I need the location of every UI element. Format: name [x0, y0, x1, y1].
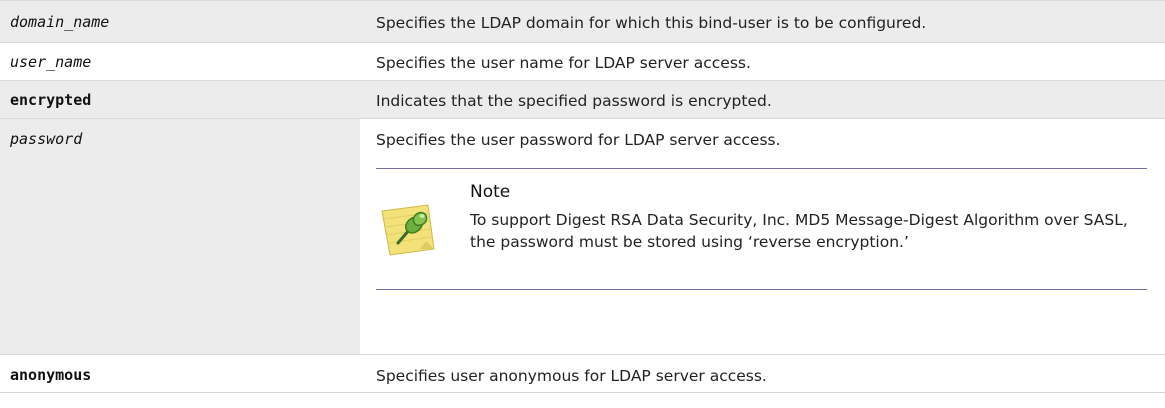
- table-row: password Specifies the user password for…: [0, 118, 1165, 355]
- parameter-description: Specifies the user name for LDAP server …: [376, 54, 751, 72]
- parameter-name: anonymous: [10, 366, 92, 384]
- table-row: user_name Specifies the user name for LD…: [0, 42, 1165, 81]
- parameter-description: Specifies user anonymous for LDAP server…: [376, 367, 767, 385]
- table-row: domain_name Specifies the LDAP domain fo…: [0, 0, 1165, 43]
- table-row: anonymous Specifies user anonymous for L…: [0, 354, 1165, 393]
- table-row: encrypted Indicates that the specified p…: [0, 80, 1165, 119]
- note-callout: Note To support Digest RSA Data Security…: [376, 168, 1147, 290]
- parameter-description: Specifies the user password for LDAP ser…: [376, 131, 781, 149]
- parameter-description: Indicates that the specified password is…: [376, 92, 772, 110]
- parameter-name: encrypted: [10, 91, 92, 109]
- note-heading: Note: [470, 182, 511, 202]
- parameter-name: domain_name: [10, 13, 110, 31]
- sticky-note-pin-icon: [376, 197, 438, 259]
- parameter-name: password: [10, 130, 83, 148]
- note-body: To support Digest RSA Data Security, Inc…: [470, 211, 1128, 251]
- parameter-description: Specifies the LDAP domain for which this…: [376, 14, 927, 32]
- parameter-name: user_name: [10, 53, 92, 71]
- parameter-table: domain_name Specifies the LDAP domain fo…: [0, 0, 1165, 393]
